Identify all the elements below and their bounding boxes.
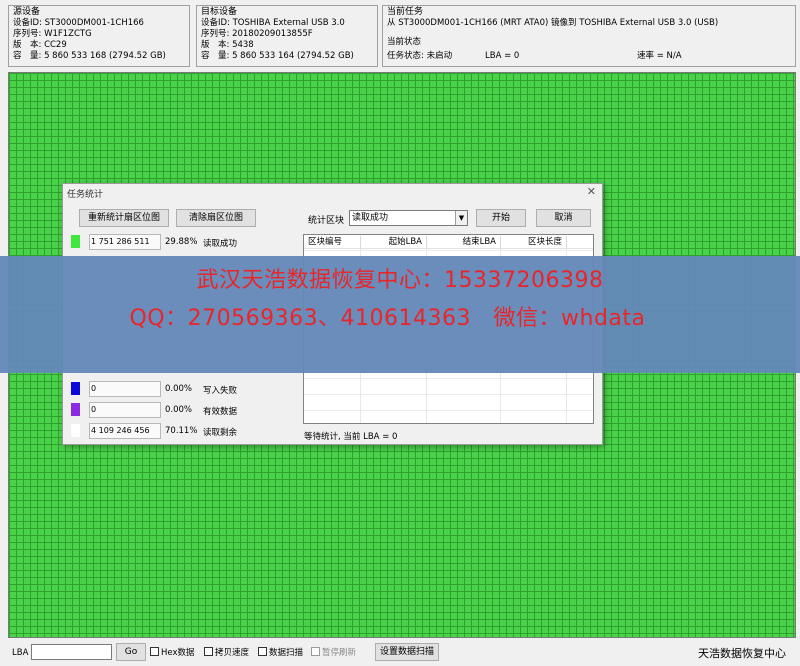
rebuild-sector-bitmap-button[interactable]: 重新统计扇区位图: [79, 209, 169, 227]
bottom-toolbar: LBA Go Hex数据 拷贝速度 数据扫描 暂停刷新 设置数据扫描 天浩数据恢…: [0, 640, 800, 666]
source-version: 版 本: CC29: [13, 40, 67, 50]
source-device-id: 设备ID: ST3000DM001-1CH166: [13, 18, 144, 28]
pause-refresh-checkbox[interactable]: 暂停刷新: [311, 646, 356, 658]
stat-count: 4 109 246 456: [89, 423, 161, 439]
column-header-end-lba[interactable]: 结束LBA: [427, 236, 501, 248]
current-task-group: 当前任务 从 ST3000DM001-1CH166 (MRT ATA0) 镜像到…: [382, 5, 796, 67]
task-status: 任务状态: 未启动: [387, 51, 453, 61]
color-swatch: [71, 235, 80, 248]
region-select[interactable]: 读取成功 ▼: [349, 210, 468, 226]
source-serial: 序列号: W1F1ZCTG: [13, 29, 92, 39]
watermark-banner: 武汉天浩数据恢复中心：15337206398 QQ：270569363、4106…: [0, 256, 800, 373]
lba-label: LBA: [12, 648, 29, 658]
target-device-id: 设备ID: TOSHIBA External USB 3.0: [201, 18, 345, 28]
pause-refresh-label: 暂停刷新: [322, 648, 357, 658]
column-header-start-lba[interactable]: 起始LBA: [361, 236, 427, 248]
source-device-title: 源设备: [13, 7, 41, 17]
current-status-title: 当前状态: [387, 37, 422, 47]
copy-speed-label: 拷贝速度: [215, 648, 250, 658]
stat-label: 读取成功: [203, 239, 238, 249]
brand-label: 天浩数据恢复中心: [698, 647, 786, 660]
stat-percent: 0.00%: [165, 384, 193, 394]
stat-percent: 70.11%: [165, 426, 198, 436]
banner-qq-wechat-line: QQ：270569363、410614363 微信：whdata: [129, 306, 646, 331]
table-header: 区块编号 起始LBA 结束LBA 区块长度: [304, 235, 593, 249]
color-swatch: [71, 403, 80, 416]
stat-row-read-remaining: 4 109 246 456 70.11% 读取剩余: [69, 422, 299, 440]
stat-row-read-success: 1 751 286 511 29.88% 读取成功: [69, 233, 299, 251]
banner-contact-line: 武汉天浩数据恢复中心：15337206398: [196, 268, 604, 293]
hex-data-checkbox[interactable]: Hex数据: [150, 646, 195, 658]
dialog-title: 任务统计: [67, 190, 104, 200]
checkbox-icon: [311, 647, 320, 656]
cancel-button[interactable]: 取消: [536, 209, 591, 227]
column-header-block-id[interactable]: 区块编号: [304, 236, 361, 248]
stat-label: 读取剩余: [203, 428, 238, 438]
target-version: 版 本: 5438: [201, 40, 254, 50]
lba-input[interactable]: [31, 644, 112, 660]
region-label: 统计区块: [308, 216, 345, 226]
wait-status-text: 等待统计, 当前 LBA = 0: [304, 432, 398, 442]
hex-data-label: Hex数据: [161, 648, 195, 658]
color-swatch: [71, 382, 80, 395]
color-swatch: [71, 424, 80, 437]
rate-readout: 速率 = N/A: [637, 51, 682, 61]
checkbox-icon: [258, 647, 267, 656]
stat-percent: 29.88%: [165, 237, 198, 247]
checkbox-icon: [150, 647, 159, 656]
current-task-title: 当前任务: [387, 7, 424, 17]
stat-row-write-fail: 0 0.00% 写入失败: [69, 380, 299, 398]
copy-speed-checkbox[interactable]: 拷贝速度: [204, 646, 249, 658]
source-capacity: 容 量: 5 860 533 168 (2794.52 GB): [13, 51, 166, 61]
clear-sector-bitmap-button[interactable]: 清除扇区位图: [176, 209, 256, 227]
start-button[interactable]: 开始: [476, 209, 526, 227]
data-scan-checkbox[interactable]: 数据扫描: [258, 646, 303, 658]
source-device-group: 源设备 设备ID: ST3000DM001-1CH166 序列号: W1F1ZC…: [8, 5, 190, 67]
checkbox-icon: [204, 647, 213, 656]
stat-percent: 0.00%: [165, 405, 193, 415]
device-info-bar: 源设备 设备ID: ST3000DM001-1CH166 序列号: W1F1ZC…: [0, 0, 800, 72]
region-select-value: 读取成功: [352, 213, 389, 223]
target-device-group: 目标设备 设备ID: TOSHIBA External USB 3.0 序列号:…: [196, 5, 378, 67]
stat-label: 写入失败: [203, 386, 238, 396]
stat-count: 1 751 286 511: [89, 234, 161, 250]
stat-count: 0: [89, 381, 161, 397]
chevron-down-icon: ▼: [455, 211, 467, 225]
target-serial: 序列号: 20180209013855F: [201, 29, 313, 39]
data-scan-label: 数据扫描: [269, 648, 304, 658]
stat-label: 有效数据: [203, 407, 238, 417]
current-task-description: 从 ST3000DM001-1CH166 (MRT ATA0) 镜像到 TOSH…: [387, 18, 719, 28]
target-capacity: 容 量: 5 860 533 164 (2794.52 GB): [201, 51, 354, 61]
column-header-block-length[interactable]: 区块长度: [501, 236, 567, 248]
target-device-title: 目标设备: [201, 7, 238, 17]
stat-count: 0: [89, 402, 161, 418]
stat-row-valid-data: 0 0.00% 有效数据: [69, 401, 299, 419]
lba-readout: LBA = 0: [485, 51, 520, 61]
close-icon[interactable]: ✕: [587, 185, 596, 198]
go-button[interactable]: Go: [116, 643, 146, 661]
set-data-scan-button[interactable]: 设置数据扫描: [375, 643, 439, 661]
